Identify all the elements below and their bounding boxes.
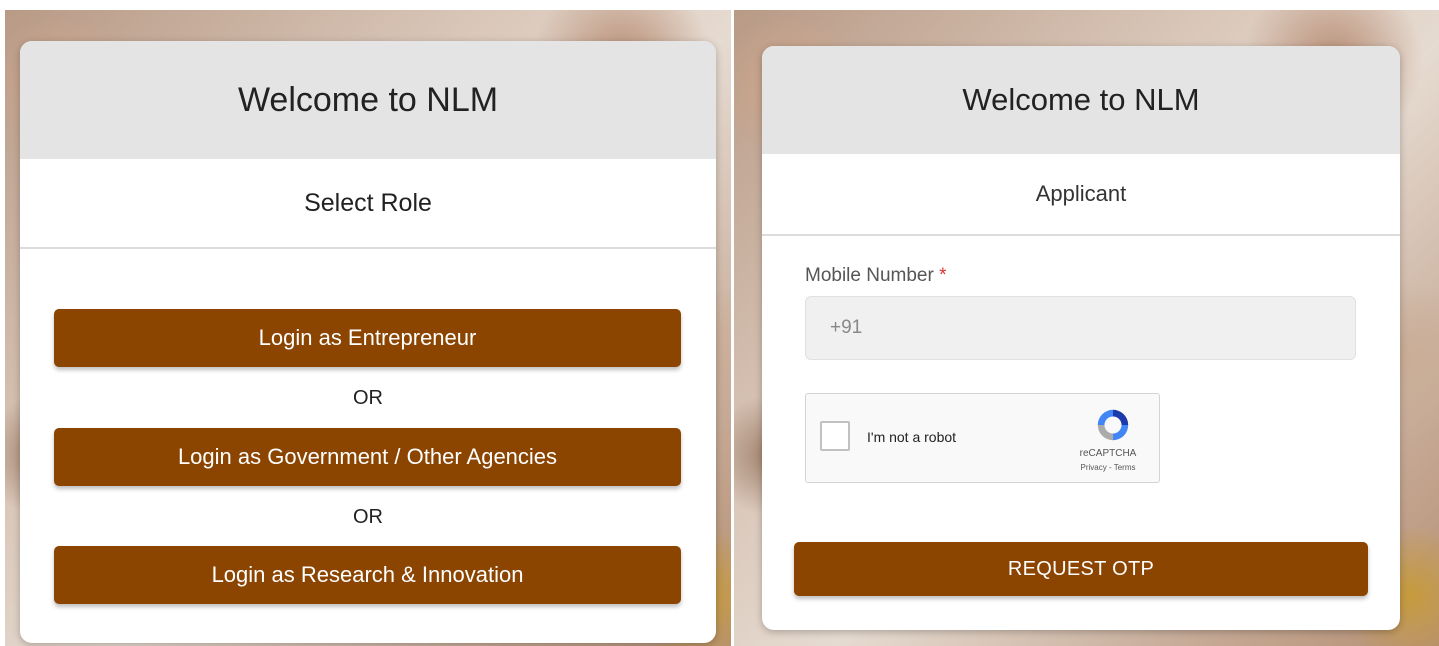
login-government-button[interactable]: Login as Government / Other Agencies — [54, 428, 681, 486]
applicant-login-card: Welcome to NLM Applicant Mobile Number *… — [762, 46, 1400, 630]
login-entrepreneur-button[interactable]: Login as Entrepreneur — [54, 309, 681, 367]
or-separator: OR — [353, 506, 383, 528]
role-select-card: Welcome to NLM Select Role Login as Entr… — [20, 41, 716, 643]
recaptcha-widget: I'm not a robot reCAPTCHA Privacy - Term… — [805, 393, 1160, 483]
request-otp-button[interactable]: REQUEST OTP — [794, 542, 1368, 596]
mobile-number-label: Mobile Number * — [805, 265, 947, 287]
required-marker: * — [939, 265, 947, 286]
recaptcha-privacy-terms-link[interactable]: Privacy - Terms — [1068, 463, 1148, 472]
card-title: Welcome to NLM — [762, 46, 1400, 154]
recaptcha-checkbox[interactable] — [820, 421, 850, 451]
recaptcha-label: I'm not a robot — [867, 429, 957, 445]
card-subtitle: Applicant — [762, 154, 1400, 236]
mobile-number-input[interactable] — [805, 296, 1356, 360]
card-title: Welcome to NLM — [20, 41, 716, 159]
mobile-number-label-text: Mobile Number — [805, 265, 934, 286]
recaptcha-brand: reCAPTCHA — [1079, 448, 1137, 459]
recaptcha-logo-icon — [1097, 409, 1129, 441]
card-subtitle: Select Role — [20, 159, 716, 249]
login-research-button[interactable]: Login as Research & Innovation — [54, 546, 681, 604]
or-separator: OR — [353, 387, 383, 409]
